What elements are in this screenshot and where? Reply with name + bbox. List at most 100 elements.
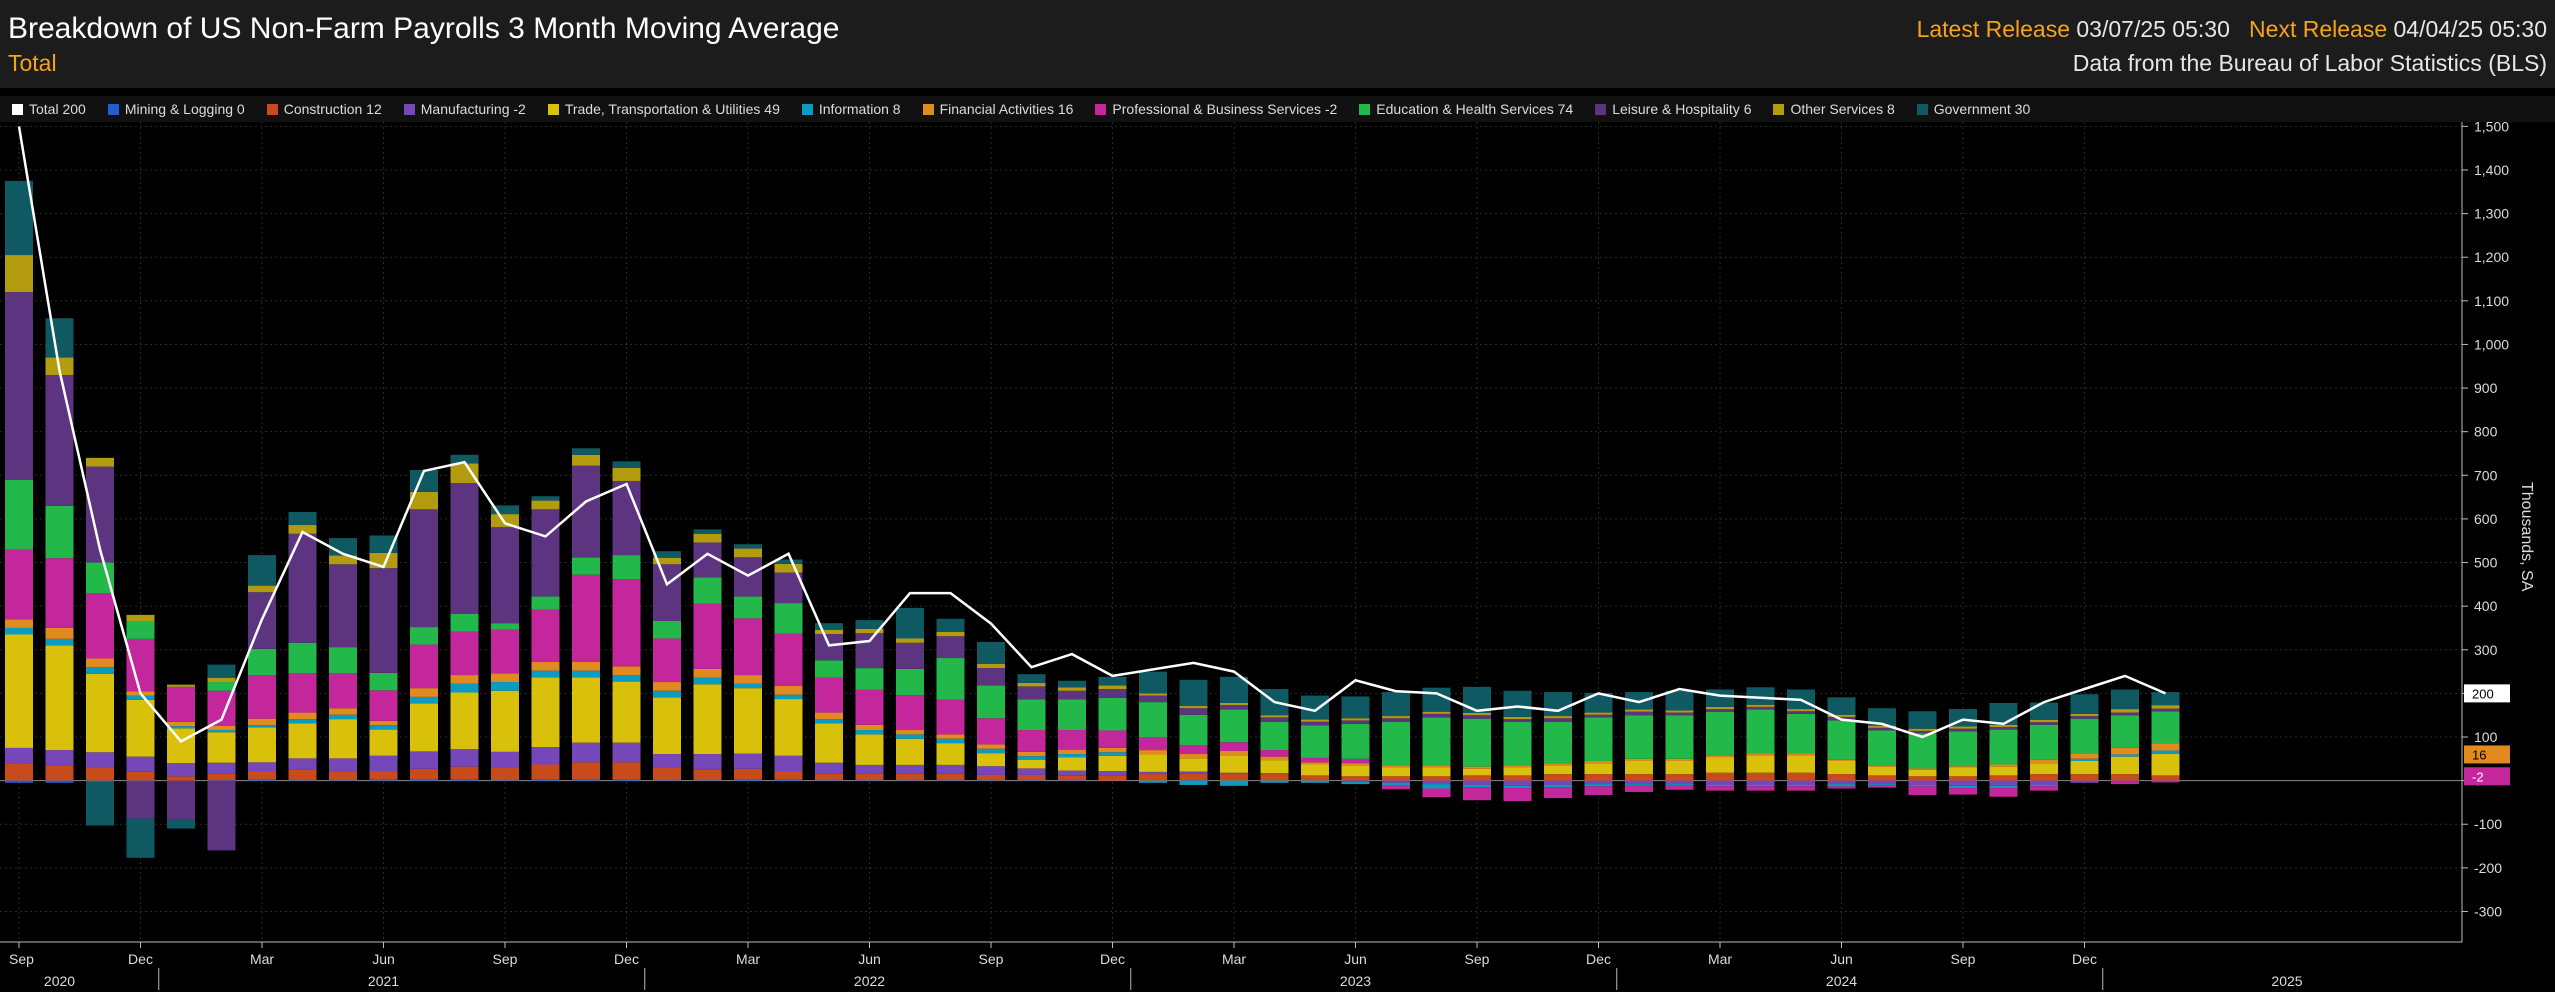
x-tick-label: Sep	[1465, 951, 1490, 967]
bar-segment	[329, 673, 357, 709]
bar-segment	[1017, 780, 1046, 781]
bar-segment	[288, 712, 317, 720]
bar-segment	[1503, 765, 1532, 768]
bar-segment	[1706, 772, 1734, 781]
bar-segment	[1463, 775, 1491, 781]
bar-segment	[1665, 784, 1694, 786]
bar-segment	[1949, 766, 1977, 768]
bar-segment	[410, 509, 438, 628]
bar-segment	[1179, 714, 1208, 746]
legend-swatch	[1773, 103, 1785, 115]
bar-segment	[410, 688, 438, 697]
bar-segment	[1949, 780, 1977, 786]
legend-label: Information 8	[818, 101, 901, 117]
y-tick-label: 1,500	[2474, 122, 2509, 134]
bar-segment	[1908, 780, 1937, 785]
bar-segment	[1098, 775, 1127, 781]
bar-segment	[1220, 772, 1248, 775]
bar-segment	[2111, 715, 2139, 748]
bar-segment	[855, 689, 884, 725]
bar-segment	[734, 688, 762, 754]
bar-segment	[410, 627, 438, 645]
bar-segment	[1868, 780, 1896, 785]
bar-segment	[693, 603, 722, 669]
bar-segment	[491, 527, 519, 624]
data-source: Data from the Bureau of Labor Statistics…	[2072, 50, 2547, 76]
bar-segment	[2151, 754, 2180, 776]
bar-segment	[450, 779, 479, 781]
legend-swatch	[801, 103, 813, 115]
year-label: 2025	[2271, 973, 2302, 989]
bar-segment	[1422, 711, 1451, 714]
next-release-value: 04/04/25 05:30	[2393, 16, 2547, 42]
bar-segment	[1544, 787, 1572, 799]
bar-segment	[1706, 755, 1734, 758]
bar-segment	[1301, 757, 1329, 763]
y-tick-label: -100	[2474, 816, 2502, 832]
bar-segment	[1301, 775, 1329, 781]
legend-items: Total 200 Mining & Logging 0 Construction …	[12, 101, 2030, 117]
bar-segment	[1341, 765, 1370, 777]
bar-segment	[207, 780, 236, 851]
bar-segment	[1058, 780, 1086, 781]
legend-swatch	[266, 103, 278, 115]
y-tick-label: 300	[2474, 642, 2498, 658]
bar-segment	[774, 755, 803, 772]
bar-segment	[5, 627, 33, 635]
bar-segment	[1341, 723, 1370, 759]
bar-segment	[329, 647, 357, 674]
bar-segment	[734, 548, 762, 558]
bar-segment	[5, 255, 33, 293]
bar-segment	[977, 766, 1005, 775]
bar-segment	[1787, 711, 1815, 714]
bar-segment	[1098, 747, 1127, 753]
bar-segment	[1139, 702, 1167, 737]
legend-item: Manufacturing -2	[403, 101, 526, 117]
bar-segment	[1382, 692, 1410, 717]
bar-segment	[896, 695, 924, 731]
bar-segment	[1139, 771, 1167, 775]
bar-segment	[572, 557, 600, 575]
bar-segment	[936, 743, 965, 765]
bar-segment	[86, 457, 114, 467]
value-tag-label: 200	[2472, 686, 2494, 701]
bar-segment	[1098, 697, 1127, 731]
bar-segment	[1220, 780, 1248, 786]
legend-item: Construction 12	[266, 101, 382, 117]
bar-segment	[126, 780, 155, 782]
bar-segment	[1665, 758, 1694, 761]
bar-segment	[1584, 763, 1613, 775]
bar-segment	[86, 667, 114, 674]
bar-segment	[693, 684, 722, 755]
bar-segment	[2030, 774, 2058, 781]
bar-segment	[369, 755, 398, 772]
bar-segment	[1179, 679, 1208, 707]
bar-segment	[1098, 752, 1127, 756]
chart-subtitle: Total	[8, 50, 57, 76]
bar-segment	[653, 697, 681, 755]
bar-segment	[450, 675, 479, 684]
bar-segment	[896, 730, 924, 735]
bar-segment	[1017, 751, 1046, 757]
bar-segment	[1868, 730, 1896, 766]
bar-segment	[1017, 730, 1046, 752]
bar-segment	[855, 724, 884, 731]
bar-segment	[1868, 775, 1896, 781]
legend-swatch	[12, 103, 23, 115]
bar-segment	[1625, 715, 1653, 759]
x-tick-label: Dec	[2072, 951, 2097, 967]
bar-segment	[1341, 763, 1370, 766]
bar-segment	[1989, 775, 2018, 781]
bar-segment	[1220, 709, 1248, 743]
bar-segment	[1503, 719, 1532, 722]
bar-segment	[45, 374, 74, 506]
bar-segment	[1665, 715, 1694, 759]
bar-segment	[1908, 776, 1937, 781]
bar-segment	[531, 779, 560, 781]
bar-segment	[1058, 699, 1086, 731]
bar-segment	[167, 686, 195, 722]
bar-segment	[1706, 757, 1734, 773]
x-tick-label: Dec	[1100, 951, 1125, 967]
bar-segment	[774, 779, 803, 781]
bar-segment	[207, 677, 236, 683]
